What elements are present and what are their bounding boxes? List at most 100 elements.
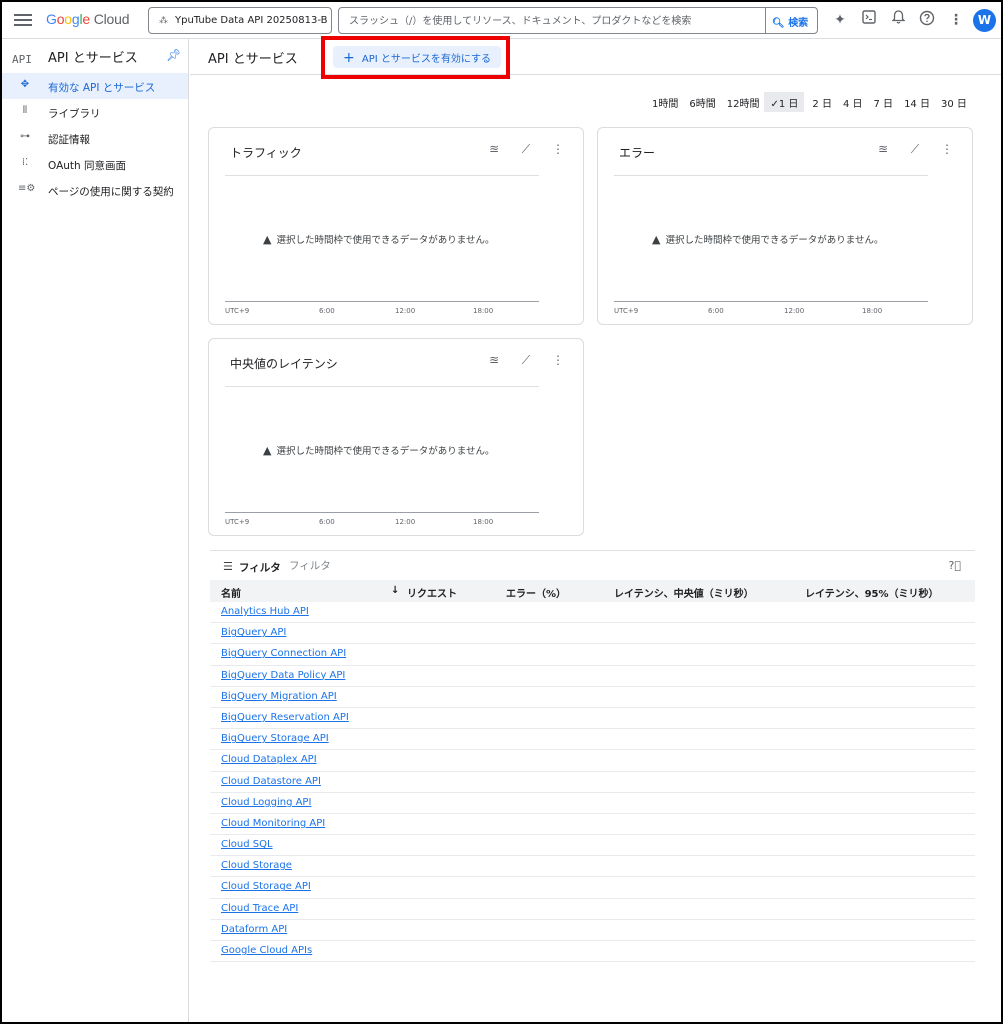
project-name: YpuTube Data API 20250813-B xyxy=(175,15,328,26)
key-icon: ⊶ xyxy=(20,131,30,142)
api-link[interactable]: Analytics Hub API xyxy=(221,606,309,617)
column-header-errors[interactable]: エラー（%） xyxy=(506,585,566,600)
column-header-name[interactable]: 名前 xyxy=(221,585,241,600)
help-icon[interactable] xyxy=(917,10,937,30)
column-header-requests[interactable]: リクエスト xyxy=(407,585,457,600)
tick-label: 6:00 xyxy=(708,307,724,315)
more-vert-icon[interactable]: ⋮ xyxy=(938,142,956,157)
explore-chart-icon[interactable]: ⟋ xyxy=(517,142,535,157)
api-link[interactable]: Cloud Storage xyxy=(221,860,292,871)
table-body: Analytics Hub API BigQuery API BigQuery … xyxy=(210,602,975,963)
cloud-shell-icon[interactable] xyxy=(859,10,879,30)
filter-label: フィルタ xyxy=(239,562,281,574)
app-frame: Google Cloud ⁂ YpuTube Data API 20250813… xyxy=(2,2,1001,1022)
sidebar-item-oauth-consent[interactable]: ⁞⁚ OAuth 同意画面 xyxy=(2,151,188,177)
column-header-latency-median[interactable]: レイテンシ、中央値（ミリ秒） xyxy=(614,585,754,600)
gemini-sparkle-icon[interactable]: ✦ xyxy=(830,10,850,30)
tick-label: 12:00 xyxy=(395,307,416,315)
api-link[interactable]: BigQuery Reservation API xyxy=(221,712,349,723)
filter-bar: ☰ フィルタ ?⃝ xyxy=(210,550,975,580)
api-link[interactable]: Cloud SQL xyxy=(221,839,273,850)
table-row: Dataform API xyxy=(210,920,975,941)
tick-label: 12:00 xyxy=(395,518,416,526)
google-cloud-logo[interactable]: Google Cloud xyxy=(46,11,129,27)
time-range-12h[interactable]: 12時間 xyxy=(727,92,760,112)
sort-arrow-icon[interactable]: ↓ xyxy=(391,585,399,596)
tick-label: UTC+9 xyxy=(614,307,639,315)
table-row: Cloud Dataplex API xyxy=(210,750,975,772)
chart-title: トラフィック xyxy=(230,146,302,160)
tick-label: 18:00 xyxy=(473,518,494,526)
time-range-30d[interactable]: 30 日 xyxy=(941,92,967,112)
no-data-message: ▲ 選択した時間枠で使用できるデータがありません。 xyxy=(263,444,495,457)
avatar[interactable]: W xyxy=(973,9,996,32)
agreement-icon: ≡⚙ xyxy=(18,183,36,194)
api-link[interactable]: Cloud Storage API xyxy=(221,881,311,892)
time-range-1h[interactable]: 1時間 xyxy=(652,92,678,112)
more-vert-icon[interactable]: ⋮ xyxy=(946,10,966,30)
time-range-14d[interactable]: 14 日 xyxy=(904,92,930,112)
sidebar-item-library[interactable]: ⦀ ライブラリ xyxy=(2,99,188,125)
api-link[interactable]: Cloud Datastore API xyxy=(221,776,321,787)
legend-toggle-icon[interactable]: ≊ xyxy=(485,142,503,157)
check-icon: ✓ xyxy=(770,99,779,110)
legend-toggle-icon[interactable]: ≊ xyxy=(874,142,892,157)
api-link[interactable]: Cloud Logging API xyxy=(221,797,311,808)
x-axis xyxy=(225,512,539,513)
time-range-selector: 1時間 6時間 12時間 ✓1 日 2 日 4 日 7 日 14 日 30 日 xyxy=(652,92,978,112)
table-row: BigQuery Reservation API xyxy=(210,708,975,730)
more-vert-icon[interactable]: ⋮ xyxy=(549,353,567,368)
api-link[interactable]: BigQuery Storage API xyxy=(221,733,329,744)
time-range-2d[interactable]: 2 日 xyxy=(812,92,832,112)
sidebar-item-page-usage-agreements[interactable]: ≡⚙ ページの使用に関する契約 xyxy=(2,177,188,203)
time-range-7d[interactable]: 7 日 xyxy=(874,92,894,112)
project-selector[interactable]: ⁂ YpuTube Data API 20250813-B xyxy=(148,7,332,34)
chart-divider xyxy=(614,175,928,176)
api-link[interactable]: BigQuery Data Policy API xyxy=(221,670,345,681)
explore-chart-icon[interactable]: ⟋ xyxy=(906,142,924,157)
enable-apis-button[interactable]: + API とサービスを有効にする xyxy=(333,46,501,68)
time-range-1d[interactable]: ✓1 日 xyxy=(764,92,805,112)
sidebar-title: API とサービス xyxy=(48,51,138,66)
menu-icon[interactable] xyxy=(14,11,32,29)
table-row: BigQuery API xyxy=(210,623,975,645)
tick-label: UTC+9 xyxy=(225,307,250,315)
notifications-icon[interactable] xyxy=(888,10,908,30)
table-row: Google Cloud APIs xyxy=(210,941,975,963)
traffic-chart-card: トラフィック ≊ ⟋ ⋮ ▲ 選択した時間枠で使用できるデータがありません。 UTC+… xyxy=(208,127,584,325)
time-range-4d[interactable]: 4 日 xyxy=(843,92,863,112)
errors-chart-card: エラー ≊ ⟋ ⋮ ▲ 選択した時間枠で使用できるデータがありません。 UTC+9 6… xyxy=(597,127,973,325)
search-button[interactable]: 🔍︎ 検索 xyxy=(765,8,817,33)
tick-label: 18:00 xyxy=(473,307,494,315)
table-row: Cloud SQL xyxy=(210,835,975,857)
search-input[interactable] xyxy=(349,13,759,29)
api-logo: API xyxy=(12,53,32,66)
help-icon[interactable]: ?⃝ xyxy=(949,559,961,572)
api-link[interactable]: Cloud Monitoring API xyxy=(221,818,325,829)
no-data-message: ▲ 選択した時間枠で使用できるデータがありません。 xyxy=(263,233,495,246)
latency-chart-card: 中央値のレイテンシ ≊ ⟋ ⋮ ▲ 選択した時間枠で使用できるデータがありません。 U… xyxy=(208,338,584,536)
column-header-latency-95[interactable]: レイテンシ、95%（ミリ秒） xyxy=(805,585,939,600)
table-row: Cloud Storage API xyxy=(210,877,975,899)
api-link[interactable]: BigQuery Connection API xyxy=(221,648,346,659)
legend-toggle-icon[interactable]: ≊ xyxy=(485,353,503,368)
table-header: 名前 ↓ リクエスト エラー（%） レイテンシ、中央値（ミリ秒） レイテンシ、9… xyxy=(210,580,975,602)
sidebar-item-enabled-apis[interactable]: ✥ 有効な API とサービス xyxy=(2,73,188,99)
tick-label: 18:00 xyxy=(862,307,883,315)
api-link[interactable]: Cloud Trace API xyxy=(221,903,298,914)
api-link[interactable]: Google Cloud APIs xyxy=(221,945,312,956)
table-row: BigQuery Connection API xyxy=(210,644,975,666)
filter-input[interactable] xyxy=(289,558,489,574)
api-link[interactable]: BigQuery Migration API xyxy=(221,691,337,702)
api-link[interactable]: Dataform API xyxy=(221,924,287,935)
explore-chart-icon[interactable]: ⟋ xyxy=(517,353,535,368)
sidebar-item-credentials[interactable]: ⊶ 認証情報 xyxy=(2,125,188,151)
apis-icon: ✥ xyxy=(20,79,30,90)
tick-label: 6:00 xyxy=(319,307,335,315)
library-icon: ⦀ xyxy=(22,105,28,116)
api-link[interactable]: BigQuery API xyxy=(221,627,286,638)
pin-icon[interactable]: 📌︎ xyxy=(166,48,181,62)
time-range-6h[interactable]: 6時間 xyxy=(689,92,715,112)
api-link[interactable]: Cloud Dataplex API xyxy=(221,754,317,765)
more-vert-icon[interactable]: ⋮ xyxy=(549,142,567,157)
